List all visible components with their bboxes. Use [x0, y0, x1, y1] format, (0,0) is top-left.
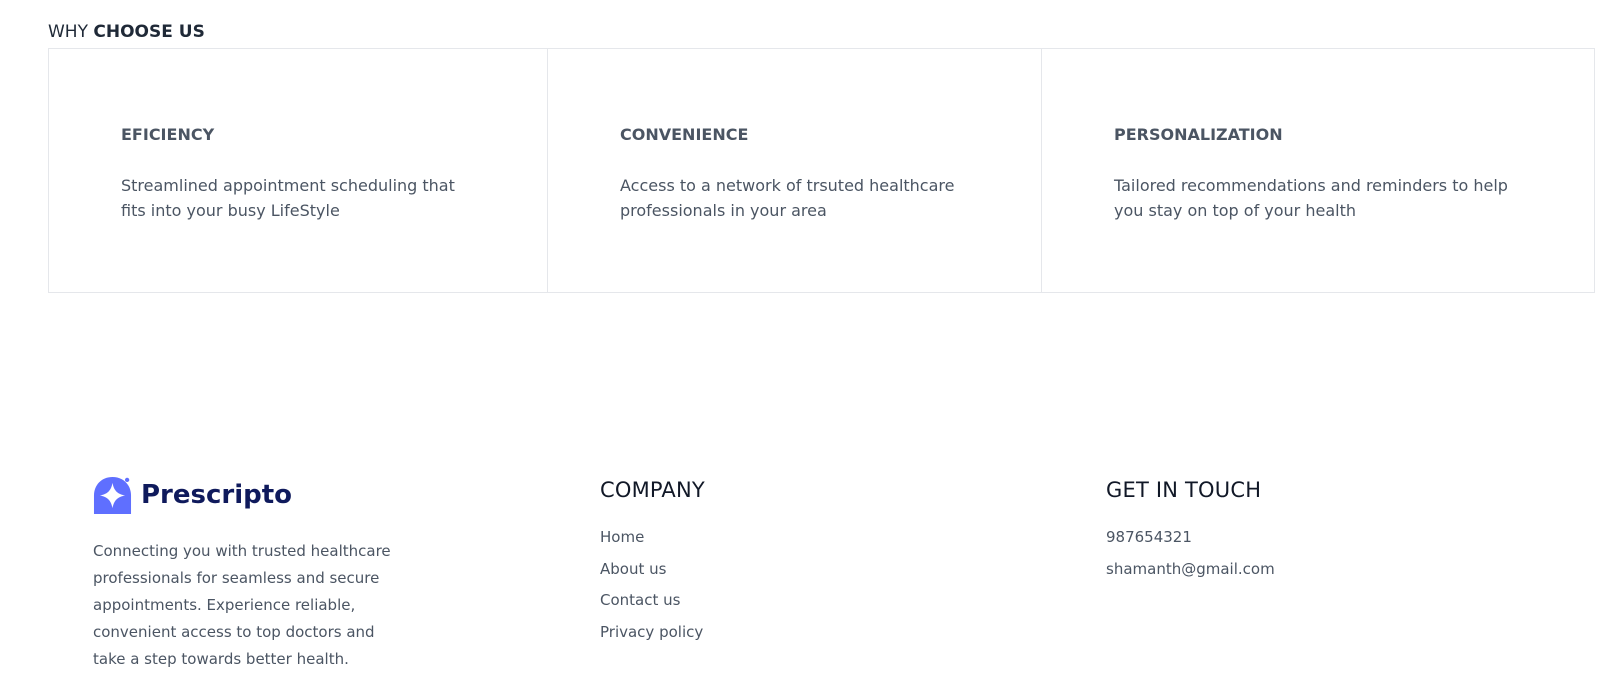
footer-link-privacy[interactable]: Privacy policy: [600, 623, 705, 642]
feature-card-title: EFICIENCY: [121, 125, 215, 144]
footer-contact-column: GET IN TOUCH 987654321 shamanth@gmail.co…: [1106, 470, 1275, 591]
feature-card-text: Tailored recommendations and reminders t…: [1114, 176, 1508, 220]
footer-link-contact[interactable]: Contact us: [600, 591, 705, 610]
feature-card-efficiency[interactable]: EFICIENCY Streamlined appointment schedu…: [49, 49, 548, 292]
feature-card-text: Access to a network of trsuted healthcar…: [620, 176, 955, 220]
company-links: Home About us Contact us Privacy policy: [600, 528, 705, 642]
footer-link-home[interactable]: Home: [600, 528, 705, 547]
features-grid: EFICIENCY Streamlined appointment schedu…: [48, 48, 1595, 293]
contact-email[interactable]: shamanth@gmail.com: [1106, 560, 1275, 579]
why-heading-prefix: WHY: [48, 22, 94, 42]
brand-name: Prescripto: [141, 480, 293, 510]
sparkle-logo-icon: [93, 476, 132, 514]
footer-link-about[interactable]: About us: [600, 560, 705, 579]
feature-card-title: PERSONALIZATION: [1114, 125, 1283, 144]
feature-card-personalization[interactable]: PERSONALIZATION Tailored recommendations…: [1042, 49, 1594, 292]
footer-brand-column: Prescripto Connecting you with trusted h…: [93, 470, 403, 673]
why-heading-strong: CHOOSE US: [93, 22, 205, 42]
brand-description: Connecting you with trusted healthcare p…: [93, 542, 391, 668]
feature-card-title: CONVENIENCE: [620, 125, 749, 144]
footer-company-column: COMPANY Home About us Contact us Privacy…: [600, 470, 705, 654]
contact-list: 987654321 shamanth@gmail.com: [1106, 528, 1275, 579]
get-in-touch-heading: GET IN TOUCH: [1106, 478, 1262, 502]
brand-logo[interactable]: Prescripto: [93, 474, 403, 516]
contact-phone: 987654321: [1106, 528, 1192, 546]
company-heading: COMPANY: [600, 478, 705, 502]
feature-card-text: Streamlined appointment scheduling that …: [121, 176, 455, 220]
feature-card-convenience[interactable]: CONVENIENCE Access to a network of trsut…: [548, 49, 1042, 292]
why-choose-us-heading: WHY CHOOSE US: [48, 22, 205, 42]
